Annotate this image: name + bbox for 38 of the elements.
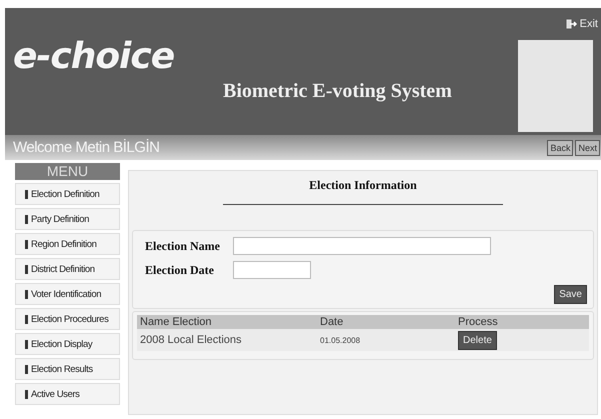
bullet-icon <box>25 290 28 298</box>
menu-item[interactable]: Election Results <box>15 358 120 380</box>
menu-item[interactable]: Election Procedures <box>15 308 120 330</box>
menu-item[interactable]: Party Definition <box>15 208 120 230</box>
menu-item[interactable]: Active Users <box>15 383 120 405</box>
column-header: Date <box>319 315 344 329</box>
bullet-icon <box>25 240 28 248</box>
bullet-icon <box>25 340 28 348</box>
menu-item[interactable]: Region Definition <box>15 233 120 255</box>
site-title: Biometric E-voting System <box>223 80 452 103</box>
bullet-icon <box>25 314 28 324</box>
input-field[interactable] <box>233 261 311 279</box>
nav-button[interactable]: Back <box>547 140 574 156</box>
field-label: Election Name <box>145 238 221 254</box>
panel-title: Election Information <box>308 178 418 193</box>
column-header: Process <box>457 315 499 329</box>
table-cell-text: 01.05.2008 <box>319 336 362 344</box>
welcome-text: Welcome Metin BİLGİN <box>13 139 160 156</box>
table-cell-text: 2008 Local Elections <box>139 334 243 346</box>
field-label: Election Date <box>145 262 215 278</box>
input-field[interactable] <box>233 237 491 255</box>
exit-icon <box>566 19 577 29</box>
menu-item[interactable]: Election Display <box>15 333 120 355</box>
menu-item[interactable]: District Definition <box>15 258 120 280</box>
nav-button[interactable]: Next <box>575 140 600 156</box>
column-header: Name Election <box>139 315 213 329</box>
bullet-icon <box>25 264 28 274</box>
logo: e-choice <box>13 36 176 77</box>
save-button[interactable]: Save <box>554 285 587 304</box>
menu-item[interactable]: Election Definition <box>15 183 120 205</box>
bullet-icon <box>25 190 28 198</box>
exit-link[interactable]: Exit <box>566 18 598 30</box>
bullet-icon <box>25 364 28 374</box>
menu-item[interactable]: Voter Identification <box>15 283 120 305</box>
bullet-icon <box>25 390 28 398</box>
menu-title: MENU <box>15 163 120 180</box>
delete-button[interactable]: Delete <box>458 330 497 350</box>
bullet-icon <box>25 214 28 224</box>
